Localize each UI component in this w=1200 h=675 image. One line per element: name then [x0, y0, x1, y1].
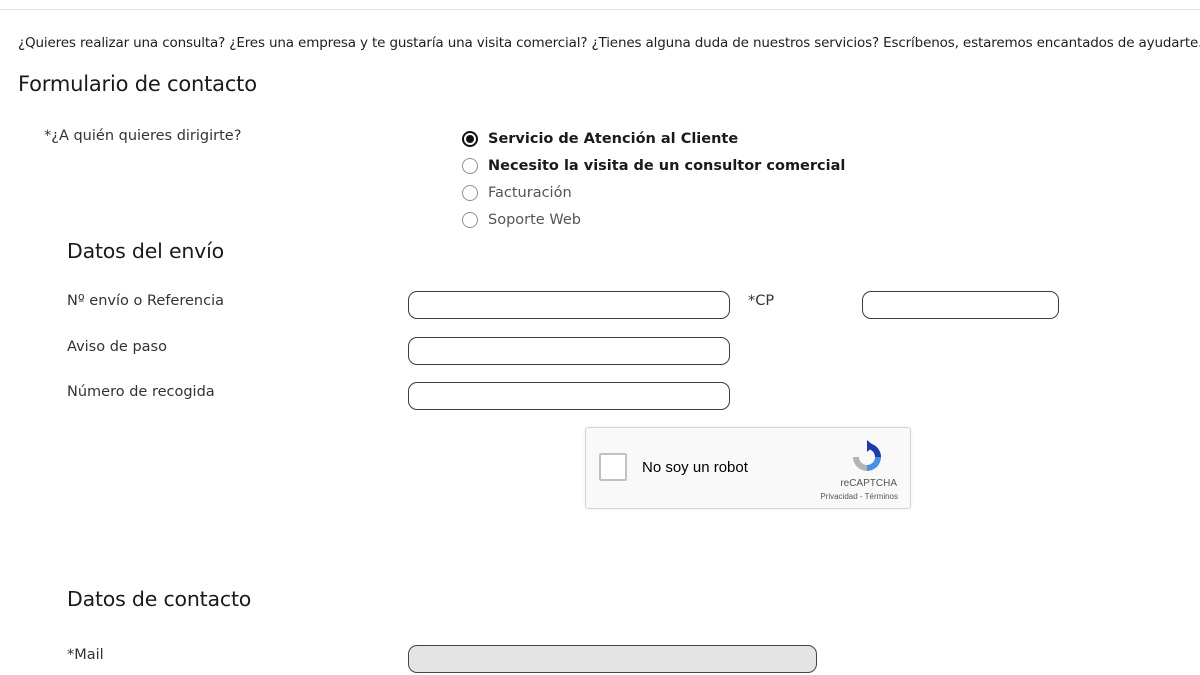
mail-input[interactable] [408, 645, 817, 673]
recaptcha-widget: No soy un robot reCAPTCHA Privacidad - T… [585, 427, 911, 509]
cp-label: *CP [748, 293, 775, 309]
recaptcha-logo-icon [853, 440, 881, 471]
form-title: Formulario de contacto [18, 72, 257, 96]
recipient-label: *¿A quién quieres dirigirte? [44, 128, 242, 144]
radio-option-billing[interactable]: Facturación [462, 179, 845, 206]
intro-text: ¿Quieres realizar una consulta? ¿Eres un… [18, 35, 1200, 51]
cp-input[interactable] [862, 291, 1059, 319]
reference-label: Nº envío o Referencia [67, 293, 224, 309]
radio-web-support[interactable] [462, 211, 478, 228]
recaptcha-checkbox[interactable] [599, 453, 627, 481]
top-divider [0, 9, 1200, 10]
privacy-link[interactable]: Privacidad [820, 492, 857, 501]
links-separator: - [857, 492, 865, 501]
radio-option-web-support[interactable]: Soporte Web [462, 206, 845, 233]
contact-page: ¿Quieres realizar una consulta? ¿Eres un… [0, 0, 1200, 675]
recaptcha-brand: reCAPTCHA [840, 478, 897, 489]
radio-label-web-support: Soporte Web [488, 211, 581, 228]
reference-input[interactable] [408, 291, 730, 319]
radio-customer-service[interactable] [462, 130, 478, 147]
radio-option-commercial-visit[interactable]: Necesito la visita de un consultor comer… [462, 152, 845, 179]
notice-label: Aviso de paso [67, 339, 167, 355]
mail-label: *Mail [67, 647, 104, 663]
shipping-section-title: Datos del envío [67, 239, 224, 263]
recipient-radio-group: Servicio de Atención al Cliente Necesito… [462, 125, 845, 233]
radio-label-billing: Facturación [488, 184, 572, 201]
pickup-input[interactable] [408, 382, 730, 410]
contact-section-title: Datos de contacto [67, 587, 252, 611]
notice-input[interactable] [408, 337, 730, 365]
radio-label-commercial-visit: Necesito la visita de un consultor comer… [488, 157, 846, 174]
recaptcha-links: Privacidad - Términos [820, 492, 898, 501]
radio-label-customer-service: Servicio de Atención al Cliente [488, 130, 739, 147]
radio-commercial-visit[interactable] [462, 157, 478, 174]
terms-link[interactable]: Términos [865, 492, 898, 501]
recaptcha-label: No soy un robot [642, 459, 748, 476]
pickup-label: Número de recogida [67, 384, 215, 400]
radio-option-customer-service[interactable]: Servicio de Atención al Cliente [462, 125, 845, 152]
radio-billing[interactable] [462, 184, 478, 201]
